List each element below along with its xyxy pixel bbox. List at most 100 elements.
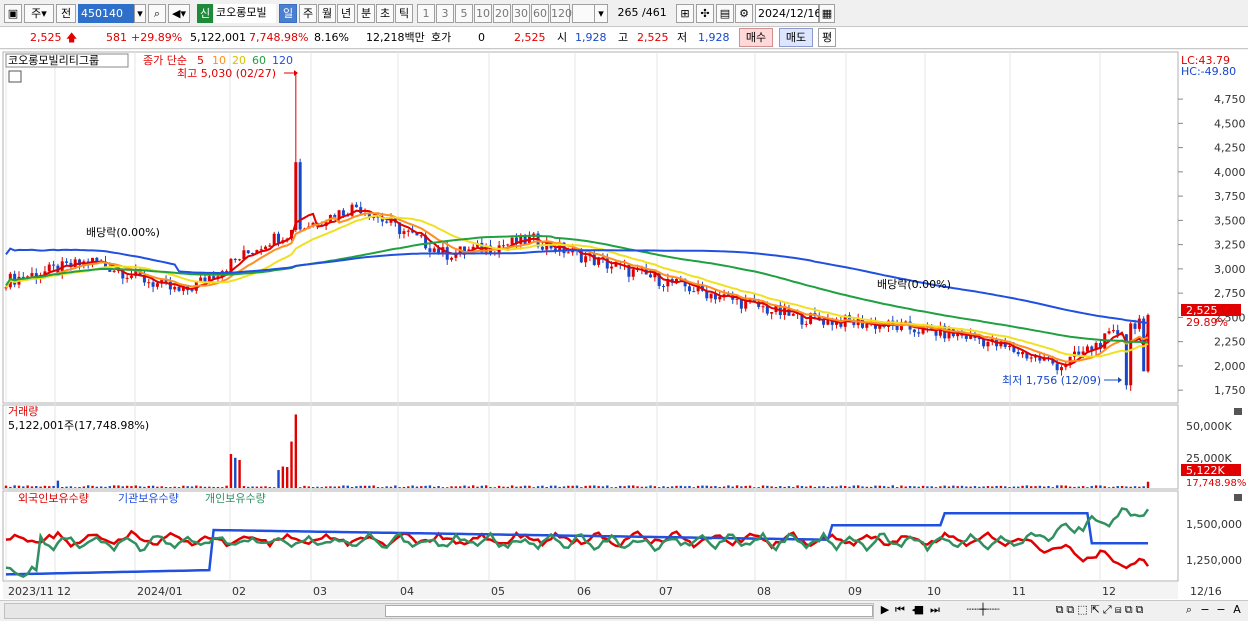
candle-body bbox=[912, 329, 916, 333]
custom-dropdown[interactable]: ▾ bbox=[594, 4, 608, 23]
volume-bar bbox=[368, 485, 371, 488]
toolbar: ▣ 주▾ 전 450140 ▾ ⌕ ◀▾ 신 코오롱모빌 일 주 월 년 분 초… bbox=[0, 0, 1248, 27]
volume-bar bbox=[203, 486, 207, 488]
buy-button[interactable]: 매수 bbox=[739, 28, 773, 47]
period-year[interactable]: 년 bbox=[337, 4, 355, 23]
interval-60[interactable]: 60 bbox=[531, 4, 549, 23]
interval-5[interactable]: 5 bbox=[455, 4, 473, 23]
scrollbar-thumb[interactable] bbox=[385, 605, 873, 617]
horizontal-scrollbar[interactable] bbox=[4, 603, 874, 619]
volume-bar bbox=[337, 486, 341, 488]
volume-panel bbox=[2, 404, 1179, 490]
volume-panel-close-icon[interactable] bbox=[1234, 408, 1242, 415]
chart-area[interactable]: 코오롱모빌리티그룹 종가 단순 5 10 20 60 120 최고 5,030 … bbox=[0, 50, 1248, 600]
avg-button[interactable]: 평 bbox=[818, 28, 836, 47]
chart-svg[interactable]: 코오롱모빌리티그룹 종가 단순 5 10 20 60 120 최고 5,030 … bbox=[0, 50, 1248, 600]
sell-button[interactable]: 매도 bbox=[779, 28, 813, 47]
ma-legend-120: 120 bbox=[272, 54, 293, 67]
candle-body bbox=[65, 261, 69, 263]
interval-120[interactable]: 120 bbox=[550, 4, 572, 23]
play-forward-icon[interactable]: ⏭ bbox=[928, 603, 942, 619]
toolbar-icons[interactable]: ⧉⧉⬚⇱⤢⧈⧉⧉ bbox=[1022, 603, 1180, 619]
date-input[interactable]: 2024/12/16 bbox=[755, 4, 821, 23]
crosshair-icon[interactable]: ✣ bbox=[696, 4, 714, 23]
code-dropdown[interactable]: ▾ bbox=[134, 4, 146, 23]
table-icon[interactable] bbox=[8, 70, 22, 83]
period-week[interactable]: 주 bbox=[299, 4, 317, 23]
zoom-in-icon[interactable]: ⌕ bbox=[1182, 603, 1196, 619]
interval-10[interactable]: 10 bbox=[474, 4, 492, 23]
volume-bar bbox=[333, 486, 336, 488]
period-minute[interactable]: 분 bbox=[357, 4, 375, 23]
volume-bar bbox=[545, 486, 548, 488]
volume-bar bbox=[108, 486, 112, 488]
volume-bar bbox=[13, 485, 16, 488]
volume-bar bbox=[134, 485, 137, 488]
hc-label: HC:-49.80 bbox=[1181, 65, 1236, 78]
volume-bar bbox=[515, 486, 518, 488]
interval-30[interactable]: 30 bbox=[512, 4, 530, 23]
candle-body bbox=[116, 270, 120, 272]
prev-button[interactable]: 전 bbox=[56, 4, 76, 23]
search-icon[interactable]: ⌕ bbox=[148, 4, 166, 23]
zoom-minus-icon[interactable]: − bbox=[1214, 603, 1228, 619]
price-ytick-label: 4,000 bbox=[1214, 166, 1246, 179]
candle-body bbox=[649, 274, 653, 278]
holdings-panel-close-icon[interactable] bbox=[1234, 494, 1242, 501]
volume-bar bbox=[562, 486, 566, 488]
volume-bar bbox=[329, 486, 332, 488]
period-second[interactable]: 초 bbox=[376, 4, 394, 23]
stock-code-input[interactable]: 450140 bbox=[78, 4, 134, 23]
volume-bar bbox=[627, 485, 631, 488]
scroll-start-icon[interactable]: ⏮ bbox=[893, 603, 907, 619]
chart-type-icon[interactable]: ▣ bbox=[4, 4, 22, 23]
zoom-out-icon[interactable]: − bbox=[1198, 603, 1212, 619]
volume-bar bbox=[692, 487, 695, 488]
interval-20[interactable]: 20 bbox=[493, 4, 511, 23]
volume-bar bbox=[895, 487, 899, 488]
volume-bar bbox=[748, 485, 752, 488]
calendar-icon[interactable]: ▦ bbox=[819, 4, 835, 23]
volume-bar bbox=[683, 486, 687, 488]
volume-bar bbox=[541, 485, 544, 488]
volume-bar bbox=[17, 485, 21, 488]
period-month[interactable]: 월 bbox=[318, 4, 336, 23]
speaker-icon[interactable]: ◀▾ bbox=[168, 4, 190, 23]
volume-bar bbox=[1017, 486, 1020, 488]
volume-bar bbox=[316, 486, 319, 488]
scroll-right-icon[interactable]: ▶ bbox=[878, 603, 892, 619]
volume-bar bbox=[645, 486, 648, 488]
volume-bar bbox=[835, 486, 838, 488]
volume-bar bbox=[571, 485, 574, 488]
interval-3[interactable]: 3 bbox=[436, 4, 454, 23]
x-axis-label: 08 bbox=[757, 585, 771, 598]
volume-bar bbox=[640, 486, 644, 488]
volume-bar bbox=[441, 487, 445, 488]
volume-bar bbox=[389, 486, 393, 488]
volume-bar bbox=[1060, 485, 1063, 488]
volume-bar bbox=[861, 486, 864, 488]
type-select[interactable]: 주▾ bbox=[24, 4, 54, 23]
volume-bar bbox=[324, 486, 328, 488]
grid-icon[interactable]: ⊞ bbox=[676, 4, 694, 23]
volume-bar bbox=[856, 485, 860, 488]
period-tick[interactable]: 틱 bbox=[395, 4, 413, 23]
volume-bar bbox=[476, 486, 479, 488]
count-current: 265 bbox=[617, 6, 639, 19]
volume-bar bbox=[584, 485, 587, 488]
volume-bar bbox=[779, 486, 782, 488]
text-size-icon[interactable]: A bbox=[1230, 603, 1244, 619]
gear-icon[interactable]: ⚙ bbox=[735, 4, 753, 23]
volume-bar bbox=[709, 486, 713, 488]
volume-bar bbox=[670, 486, 674, 488]
volume-bar bbox=[770, 486, 773, 488]
save-icon[interactable]: ▤ bbox=[716, 4, 734, 23]
volume-bar bbox=[264, 486, 267, 488]
interval-1[interactable]: 1 bbox=[417, 4, 435, 23]
volume-bar bbox=[774, 486, 778, 488]
stop-icon[interactable]: ■ bbox=[912, 603, 926, 619]
zoom-slider[interactable]: ┈┈┼┈┈ bbox=[948, 603, 1018, 619]
volume-bar bbox=[882, 486, 886, 488]
volume-bar bbox=[952, 485, 955, 488]
period-day[interactable]: 일 bbox=[279, 4, 297, 23]
